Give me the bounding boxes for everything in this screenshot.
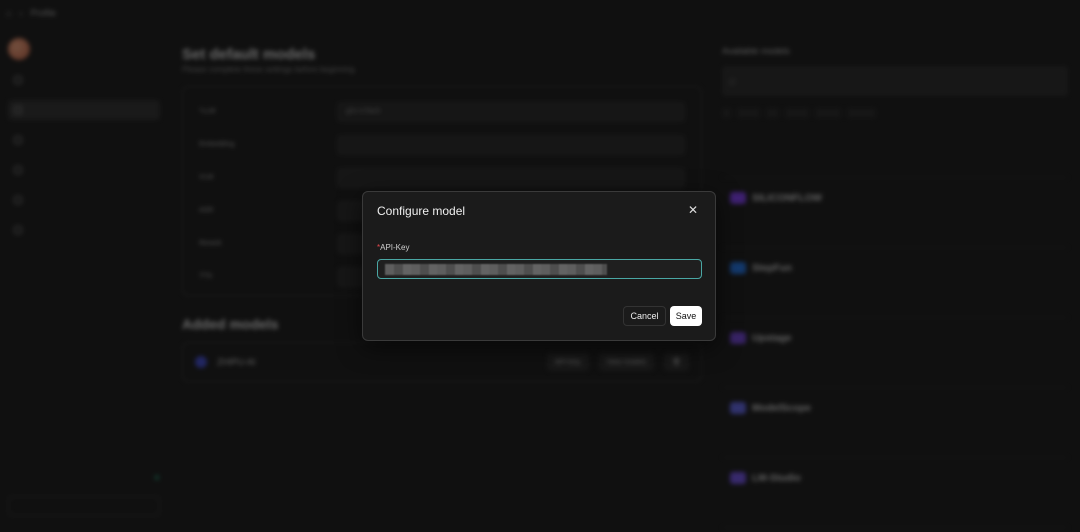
- redacted-api-key: [385, 264, 607, 275]
- api-key-label: *API-Key: [377, 243, 409, 252]
- dialog-title: Configure model: [377, 204, 466, 218]
- cancel-button[interactable]: Cancel: [623, 306, 666, 326]
- api-key-label-text: API-Key: [380, 243, 410, 252]
- close-icon[interactable]: ✕: [685, 202, 701, 218]
- configure-model-dialog: Configure model ✕ *API-Key Cancel Save: [362, 191, 716, 341]
- save-button[interactable]: Save: [670, 306, 702, 326]
